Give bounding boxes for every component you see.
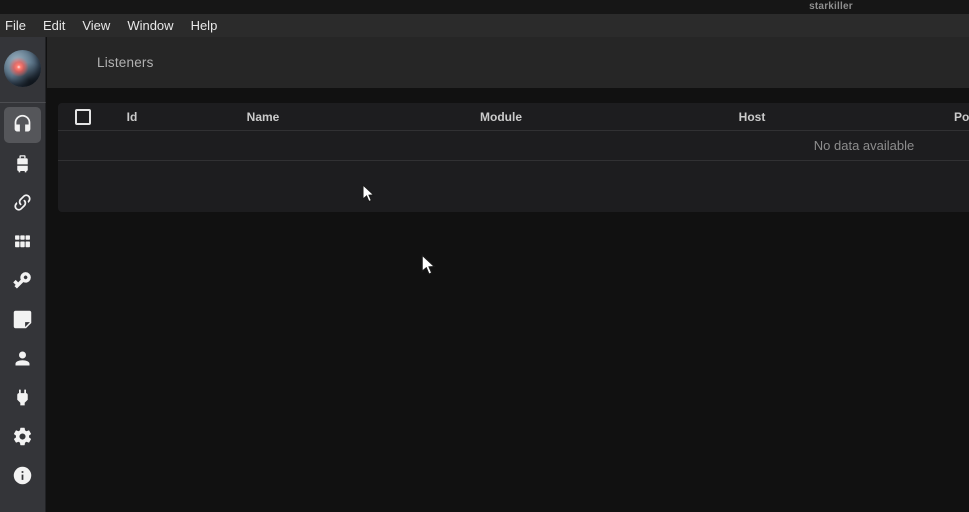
column-header-port[interactable]: Port [954, 103, 969, 131]
sidebar-item-reporting[interactable] [4, 302, 41, 338]
column-header-host[interactable]: Host [739, 103, 766, 131]
sidebar-item-plugins[interactable] [4, 380, 41, 416]
page-title: Listeners [97, 55, 154, 70]
key-icon [8, 266, 38, 296]
select-all-checkbox[interactable] [75, 109, 91, 125]
starkiller-logo [4, 50, 41, 87]
link-icon [12, 192, 33, 213]
sidebar-item-about[interactable] [4, 458, 41, 494]
menu-view[interactable]: View [76, 14, 116, 37]
person-icon [12, 348, 33, 369]
note-icon [12, 309, 33, 330]
title-bar: starkiller [0, 0, 969, 14]
no-data-message: No data available [814, 131, 914, 161]
listeners-table: Id Name Module Host Port No data availab… [58, 103, 969, 212]
menu-file[interactable]: File [0, 14, 32, 37]
sidebar-item-settings[interactable] [4, 419, 41, 455]
sidebar-item-credentials[interactable] [4, 263, 41, 299]
grid-icon [12, 231, 33, 252]
table-empty-row: No data available [58, 131, 969, 161]
table-header-row: Id Name Module Host Port [58, 103, 969, 131]
menu-bar: File Edit View Window Help [0, 14, 969, 37]
table-footer [58, 161, 969, 212]
column-header-id[interactable]: Id [127, 103, 138, 131]
menu-edit[interactable]: Edit [37, 14, 71, 37]
briefcase-icon [12, 153, 33, 174]
sidebar-item-listeners[interactable] [4, 107, 41, 143]
sidebar-item-agents[interactable] [4, 185, 41, 221]
page-toolbar: Listeners [47, 37, 969, 88]
mouse-cursor-2 [421, 254, 436, 277]
sidebar [0, 37, 46, 512]
gear-icon [12, 426, 33, 447]
menu-help[interactable]: Help [185, 14, 224, 37]
column-header-name[interactable]: Name [247, 103, 280, 131]
sidebar-item-stagers[interactable] [4, 146, 41, 182]
sidebar-item-modules[interactable] [4, 224, 41, 260]
info-icon [12, 465, 33, 486]
column-header-module[interactable]: Module [480, 103, 522, 131]
sidebar-item-users[interactable] [4, 341, 41, 377]
plug-icon [12, 387, 33, 408]
sidebar-nav [0, 102, 46, 495]
window-title: starkiller [781, 0, 881, 13]
headset-icon [12, 114, 33, 135]
menu-window[interactable]: Window [121, 14, 179, 37]
